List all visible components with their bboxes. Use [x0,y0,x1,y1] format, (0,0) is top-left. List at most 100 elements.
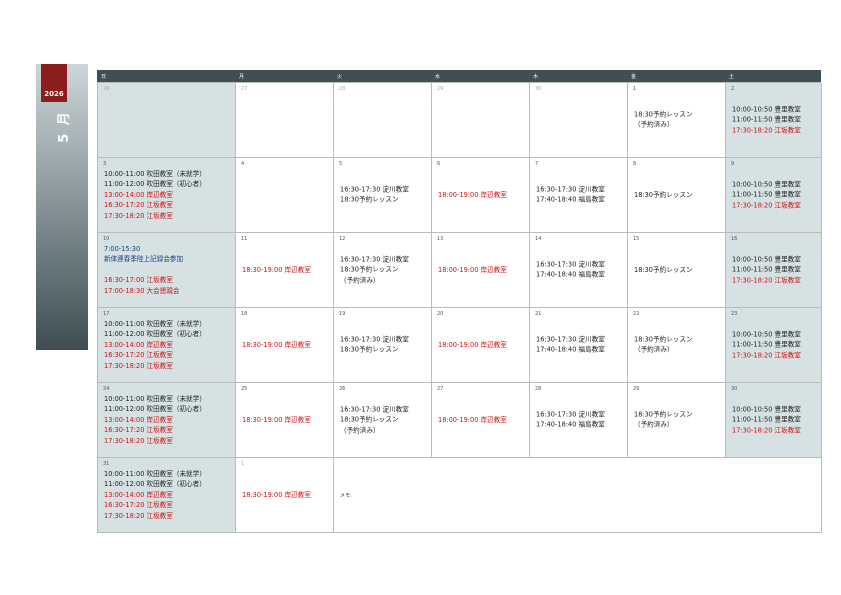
day-cell[interactable]: 19 16:30-17:30 淀川教室 18:30予約レッスン [334,308,432,383]
day-cell[interactable]: 9 10:00-10:50 豊里教室 11:00-11:50 豊里教室 17:30-1… [726,158,822,233]
day-cell[interactable]: 4 [236,158,334,233]
event-line: 17:30-18:20 江坂教室 [732,276,801,285]
event-line: 10:00-10:50 豊里教室 [732,330,801,339]
day-number: 2 [731,86,735,92]
day-cell[interactable]: 3 10:00-11:00 吹田教室（未就学） 11:00-12:00 吹田教室（初… [98,158,236,233]
event-line: 16:30-17:30 淀川教室 [536,335,605,344]
day-number: 29 [633,386,640,392]
event-line: 16:30-17:30 淀川教室 [340,255,409,264]
day-number: 29 [437,86,444,92]
event-list: 16:30-17:30 淀川教室 17:40-18:40 福島教室 [536,185,624,206]
day-cell[interactable]: 27 [236,83,334,158]
event-line: 18:00-19:00 岸辺教室 [438,415,507,424]
memo-cell[interactable]: メモ: [334,458,822,533]
day-number: 10 [103,236,110,242]
day-number: 17 [103,311,110,317]
event-line: 17:00-18:30 大会懇親会 [104,286,180,295]
event-list: 18:30-19:00 岸辺教室 [242,265,330,275]
day-number: 27 [241,86,248,92]
event-line: 18:30予約レッスン [340,196,399,204]
event-line: 11:00-12:00 吹田教室（初心者） [104,480,206,489]
event-line: 13:00-14:00 岸辺教室 [104,190,173,199]
day-cell[interactable]: 29 18:30予約レッスン （予約済み） [628,383,726,458]
event-list: 18:30予約レッスン [634,190,722,200]
day-cell[interactable]: 5 16:30-17:30 淀川教室 18:30予約レッスン [334,158,432,233]
day-cell[interactable]: 20 18:00-19:00 岸辺教室 [432,308,530,383]
memo-label: メモ: [340,493,352,499]
day-number: 30 [731,386,738,392]
event-line: 16:30-17:30 淀川教室 [536,185,605,194]
day-cell[interactable]: 24 10:00-11:00 吹田教室（未就学） 11:00-12:00 吹田教室（… [98,383,236,458]
day-cell[interactable]: 8 18:30予約レッスン [628,158,726,233]
event-line: 16:30-17:20 江坂教室 [104,351,173,360]
event-line: （予約済み） [340,426,380,435]
event-line: 10:00-10:50 豊里教室 [732,180,801,189]
event-line: 11:00-12:00 吹田教室（初心者） [104,330,206,339]
event-line: 18:30-19:00 岸辺教室 [242,415,311,424]
event-list: 10:00-10:50 豊里教室 11:00-11:50 豊里教室 17:30-18… [732,104,818,135]
day-header-fri: 金 [631,74,637,80]
day-cell[interactable]: 13 18:00-19:00 岸辺教室 [432,233,530,308]
day-cell[interactable]: 16 10:00-10:50 豊里教室 11:00-11:50 豊里教室 17:30-… [726,233,822,308]
event-line: 16:30-17:30 淀川教室 [340,405,409,414]
event-line: 16:30-17:30 淀川教室 [536,260,605,269]
day-cell[interactable]: 6 18:00-19:00 岸辺教室 [432,158,530,233]
event-line: 10:00-11:00 吹田教室（未就学） [104,169,206,178]
day-cell[interactable]: 1 18:30-19:00 岸辺教室 [236,458,334,533]
event-line: 16:30-17:20 江坂教室 [104,426,173,435]
day-cell[interactable]: 7 16:30-17:30 淀川教室 17:40-18:40 福島教室 [530,158,628,233]
day-number: 8 [633,161,637,167]
day-cell[interactable]: 17 10:00-11:00 吹田教室（未就学） 11:00-12:00 吹田教室（… [98,308,236,383]
day-cell[interactable]: 11 18:30-19:00 岸辺教室 [236,233,334,308]
day-header-sat: 土 [729,74,735,80]
event-line: 18:30予約レッスン [634,190,693,199]
day-cell[interactable]: 23 10:00-10:50 豊里教室 11:00-11:50 豊里教室 17:30-… [726,308,822,383]
day-cell[interactable]: 30 10:00-10:50 豊里教室 11:00-11:50 豊里教室 17:30-… [726,383,822,458]
month-label: 5 月 [56,109,72,143]
day-number: 15 [633,236,640,242]
event-list: 16:30-17:30 淀川教室 18:30予約レッスン [340,335,428,356]
event-list: 16:30-17:30 淀川教室 17:40-18:40 福島教室 [536,260,624,281]
day-cell[interactable]: 22 18:30予約レッスン （予約済み） [628,308,726,383]
day-number: 16 [731,236,738,242]
event-line: 17:30-18:20 江坂教室 [732,126,801,135]
event-line: 10:00-11:00 吹田教室（未就学） [104,319,206,328]
day-cell[interactable]: 25 18:30-19:00 岸辺教室 [236,383,334,458]
event-line: 11:00-11:50 豊里教室 [732,115,801,124]
day-cell[interactable]: 1 18:30予約レッスン （予約済み） [628,83,726,158]
day-number: 1 [633,86,637,92]
event-list: 18:30-19:00 岸辺教室 [242,490,330,500]
day-header-sun: 日 [101,74,107,80]
day-cell[interactable]: 10 7:00-15:30 新体連春季陸上記録会参加 16:30-17:00 江坂教室… [98,233,236,308]
event-line: 16:30-17:20 江坂教室 [104,201,173,210]
event-list: 18:30予約レッスン （予約済み） [634,335,722,356]
day-cell[interactable]: 12 16:30-17:30 淀川教室 18:30予約レッスン （予約済み） [334,233,432,308]
day-cell[interactable]: 30 [530,83,628,158]
event-line: 18:00-19:00 岸辺教室 [438,265,507,274]
event-list: 16:30-17:30 淀川教室 18:30予約レッスン （予約済み） [340,254,428,285]
day-number: 26 [339,386,346,392]
day-cell[interactable]: 28 16:30-17:30 淀川教室 17:40-18:40 福島教室 [530,383,628,458]
event-list: 7:00-15:30 新体連春季陸上記録会参加 16:30-17:00 江坂教室 17… [104,244,232,296]
event-line: 11:00-11:50 豊里教室 [732,340,801,349]
day-cell[interactable]: 21 16:30-17:30 淀川教室 17:40-18:40 福島教室 [530,308,628,383]
day-cell[interactable]: 26 [98,83,236,158]
event-line: （予約済み） [634,121,674,129]
day-cell[interactable]: 28 [334,83,432,158]
event-line: 17:30-18:20 江坂教室 [104,361,173,370]
day-cell[interactable]: 31 10:00-11:00 吹田教室（未就学） 11:00-12:00 吹田教室（… [98,458,236,533]
day-cell[interactable]: 2 10:00-10:50 豊里教室 11:00-11:50 豊里教室 17:30-1… [726,83,822,158]
day-cell[interactable]: 29 [432,83,530,158]
day-cell[interactable]: 27 18:00-19:00 岸辺教室 [432,383,530,458]
day-number: 28 [535,386,542,392]
day-cell[interactable]: 26 16:30-17:30 淀川教室 18:30予約レッスン （予約済み） [334,383,432,458]
day-cell[interactable]: 15 18:30予約レッスン [628,233,726,308]
event-line [104,265,232,275]
event-line: 18:30予約レッスン [634,110,693,119]
day-number: 26 [103,86,110,92]
event-line: 11:00-11:50 豊里教室 [732,190,801,199]
event-list: 16:30-17:30 淀川教室 17:40-18:40 福島教室 [536,410,624,431]
day-number: 6 [437,161,441,167]
day-cell[interactable]: 14 16:30-17:30 淀川教室 17:40-18:40 福島教室 [530,233,628,308]
day-cell[interactable]: 18 18:30-19:00 岸辺教室 [236,308,334,383]
